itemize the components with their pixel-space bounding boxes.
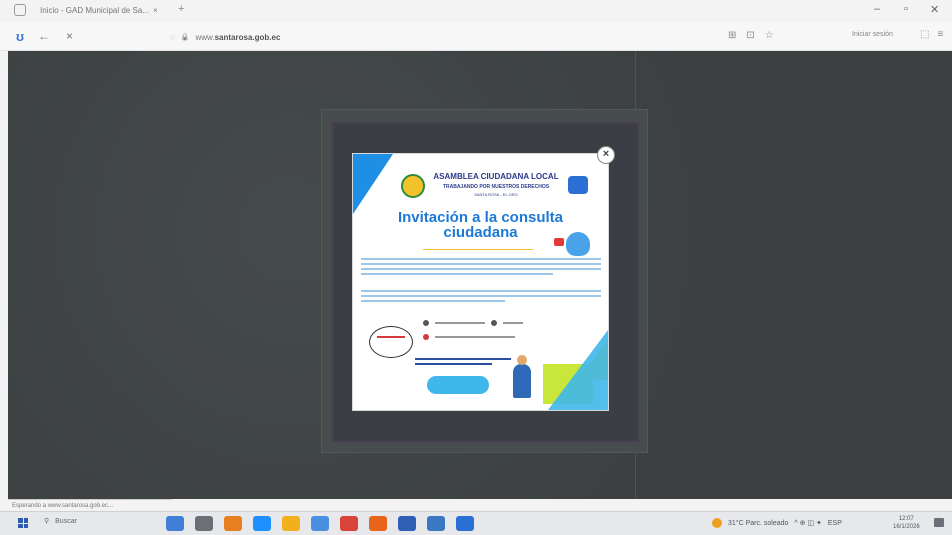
event-date-time: [423, 320, 523, 326]
popup-tagline: [423, 244, 533, 250]
bookmark-star-icon[interactable]: ☆: [765, 30, 774, 41]
event-location: [423, 334, 515, 340]
megaphone-person-icon: [554, 232, 590, 256]
windows-start-icon[interactable]: [18, 518, 28, 528]
popup-headline: Invitación a la consulta ciudadana: [397, 209, 564, 241]
taskbar-app-icon[interactable]: [224, 516, 242, 531]
browser-tab[interactable]: Inicio - GAD Municipal de Sa... ×: [40, 3, 180, 19]
sign-in-button[interactable]: Iniciar sesión: [852, 31, 893, 38]
lock-icon[interactable]: 🔒: [181, 33, 190, 41]
maximize-button[interactable]: ▫: [904, 3, 908, 15]
apps-icon[interactable]: ⊞: [728, 30, 736, 41]
browser-tab-strip: Inicio - GAD Municipal de Sa... × + – ▫ …: [0, 0, 952, 22]
taskbar-app-icon[interactable]: [253, 516, 271, 531]
taskbar-search[interactable]: ⚲ Buscar: [44, 517, 77, 526]
municipal-emblem-icon: [401, 174, 425, 198]
calendar-icon: [423, 320, 429, 326]
taskbar-app-icon[interactable]: [340, 516, 358, 531]
new-tab-button[interactable]: +: [178, 3, 184, 15]
tab-actions-icon[interactable]: [14, 4, 26, 16]
extensions-icon[interactable]: ⬚: [920, 29, 929, 40]
reader-view-icon[interactable]: ⊡: [746, 30, 754, 41]
taskbar-app-icon[interactable]: [427, 516, 445, 531]
taskbar-app-icon[interactable]: [282, 516, 300, 531]
corner-decoration: [353, 154, 393, 214]
popup-close-button[interactable]: ×: [597, 146, 615, 164]
info-pill: [427, 376, 489, 394]
taskbar-app-icon[interactable]: [195, 516, 213, 531]
tab-title: Inicio - GAD Municipal de Sa...: [40, 6, 149, 15]
stop-reload-button[interactable]: ×: [66, 29, 73, 43]
taskbar-app-icon[interactable]: [369, 516, 387, 531]
org-subtitle: TRABAJANDO POR NUESTROS DERECHOS: [442, 184, 550, 190]
intro-paragraph: [361, 258, 601, 278]
address-actions: ⊞ ⊡ ☆: [728, 30, 774, 41]
back-button[interactable]: ←: [38, 29, 50, 43]
assembly-logo-icon: [568, 176, 588, 194]
address-bar: ʊ ← × ◌ 🔒 www.santarosa.gob.ec ⊞ ⊡ ☆ Ini…: [0, 22, 952, 51]
windows-taskbar: ⚲ Buscar 31°C Parc. soleado ^ ⊕ ◫ ✦ ESP …: [0, 511, 952, 535]
menu-icon[interactable]: ≡: [937, 29, 943, 40]
minimize-button[interactable]: –: [874, 3, 880, 15]
tab-close-icon[interactable]: ×: [153, 3, 158, 19]
browser-logo-icon[interactable]: ʊ: [16, 29, 24, 44]
org-title: ASAMBLEA CIUDADANA LOCAL: [433, 172, 559, 181]
speech-bubble: [369, 326, 413, 358]
taskbar-clock[interactable]: 12:07 16/1/2026: [893, 515, 920, 531]
taskbar-app-icon[interactable]: [456, 516, 474, 531]
loading-status: Esperando a www.santarosa.gob.ec...: [8, 499, 172, 511]
call-to-action: [415, 358, 511, 365]
language-indicator[interactable]: ESP: [828, 520, 842, 527]
system-tray: 31°C Parc. soleado ^ ⊕ ◫ ✦ ESP: [712, 518, 842, 528]
details-paragraph: [361, 290, 601, 305]
invitation-popup: ASAMBLEA CIUDADANA LOCAL TRABAJANDO POR …: [352, 153, 609, 411]
clock-icon: [491, 320, 497, 326]
taskbar-app-icon[interactable]: [311, 516, 329, 531]
pinned-apps: [166, 516, 474, 531]
corner-decoration-br: [548, 330, 608, 410]
org-location: SANTA ROSA - EL ORO: [474, 192, 518, 197]
clock-date: 16/1/2026: [893, 524, 920, 530]
clock-time: 12:07: [898, 516, 914, 522]
woman-illustration: [513, 355, 531, 398]
weather-text[interactable]: 31°C Parc. soleado: [728, 520, 788, 527]
tray-icons[interactable]: ^ ⊕ ◫ ✦: [794, 519, 821, 527]
weather-icon[interactable]: [712, 518, 722, 528]
url-domain: santarosa.gob.ec: [214, 32, 281, 42]
location-pin-icon: [423, 334, 429, 340]
tracking-shield-icon[interactable]: ◌: [170, 33, 175, 42]
toolbar-right: ⬚ ≡: [920, 29, 943, 40]
close-window-button[interactable]: ✕: [930, 3, 939, 16]
taskbar-app-icon[interactable]: [166, 516, 184, 531]
url-prefix: www.: [195, 32, 215, 42]
url-field[interactable]: ◌ 🔒 www.santarosa.gob.ec: [170, 30, 280, 44]
taskbar-app-icon[interactable]: [398, 516, 416, 531]
search-label: Buscar: [55, 517, 77, 525]
notifications-icon[interactable]: [934, 518, 944, 527]
search-icon: ⚲: [44, 518, 50, 525]
